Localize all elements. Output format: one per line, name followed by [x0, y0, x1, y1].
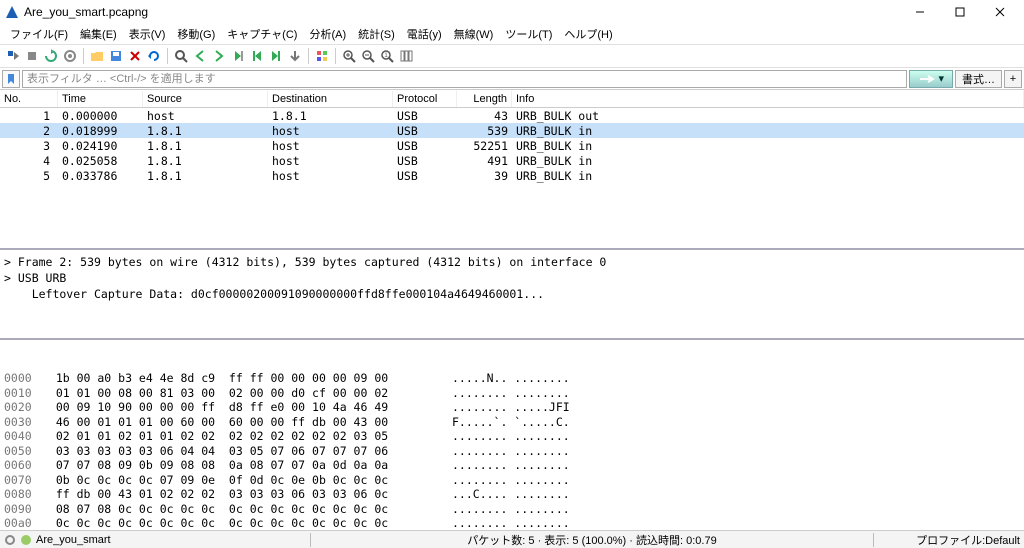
restart-capture-icon[interactable]: [42, 47, 60, 65]
open-file-icon[interactable]: [88, 47, 106, 65]
col-header-no[interactable]: No.: [0, 91, 58, 107]
maximize-button[interactable]: [940, 0, 980, 24]
add-filter-button[interactable]: +: [1004, 70, 1022, 88]
table-row[interactable]: 30.0241901.8.1hostUSB52251URB_BULK in: [0, 138, 1024, 153]
menu-edit[interactable]: 編集(E): [74, 24, 123, 44]
col-header-info[interactable]: Info: [512, 91, 1024, 107]
start-capture-icon[interactable]: [4, 47, 22, 65]
menu-go[interactable]: 移動(G): [171, 24, 221, 44]
titlebar: Are_you_smart.pcapng: [0, 0, 1024, 24]
stop-capture-icon[interactable]: [23, 47, 41, 65]
window-title: Are_you_smart.pcapng: [24, 5, 900, 19]
resize-columns-icon[interactable]: [397, 47, 415, 65]
hex-row[interactable]: 0080 ff db 00 43 01 02 02 02 03 03 03 06…: [4, 487, 1020, 502]
save-file-icon[interactable]: [107, 47, 125, 65]
col-header-destination[interactable]: Destination: [268, 91, 393, 107]
app-icon: [4, 4, 20, 20]
col-header-time[interactable]: Time: [58, 91, 143, 107]
find-packet-icon[interactable]: [172, 47, 190, 65]
bookmark-filter-icon[interactable]: [2, 70, 20, 88]
packet-details-pane[interactable]: > Frame 2: 539 bytes on wire (4312 bits)…: [0, 250, 1024, 340]
packet-list-pane: No. Time Source Destination Protocol Len…: [0, 90, 1024, 250]
status-file: Are_you_smart: [36, 534, 111, 546]
go-next-icon[interactable]: [210, 47, 228, 65]
zoom-out-icon[interactable]: [359, 47, 377, 65]
go-first-icon[interactable]: [248, 47, 266, 65]
table-row[interactable]: 10.000000host1.8.1USB43URB_BULK out: [0, 108, 1024, 123]
hex-row[interactable]: 0010 01 01 00 08 00 81 03 00 02 00 00 d0…: [4, 386, 1020, 401]
toolbar: 1: [0, 44, 1024, 68]
col-header-protocol[interactable]: Protocol: [393, 91, 457, 107]
go-prev-icon[interactable]: [191, 47, 209, 65]
colorize-icon[interactable]: [313, 47, 331, 65]
menu-capture[interactable]: キャプチャ(C): [221, 24, 303, 44]
hex-row[interactable]: 0020 00 09 10 90 00 00 00 ff d8 ff e0 00…: [4, 400, 1020, 415]
reload-icon[interactable]: [145, 47, 163, 65]
minimize-button[interactable]: [900, 0, 940, 24]
hex-row[interactable]: 0050 03 03 03 03 03 06 04 04 03 05 07 06…: [4, 444, 1020, 459]
menu-wireless[interactable]: 無線(W): [448, 24, 500, 44]
zoom-reset-icon[interactable]: 1: [378, 47, 396, 65]
go-last-icon[interactable]: [267, 47, 285, 65]
display-filter-input[interactable]: [22, 70, 907, 88]
menubar: ファイル(F) 編集(E) 表示(V) 移動(G) キャプチャ(C) 分析(A)…: [0, 24, 1024, 44]
capture-options-icon[interactable]: [61, 47, 79, 65]
packet-bytes-pane[interactable]: 0000 1b 00 a0 b3 e4 4e 8d c9 ff ff 00 00…: [0, 340, 1024, 530]
table-row[interactable]: 40.0250581.8.1hostUSB491URB_BULK in: [0, 153, 1024, 168]
tree-item[interactable]: > USB URB: [4, 270, 1020, 286]
hex-row[interactable]: 0060 07 07 08 09 0b 09 08 08 0a 08 07 07…: [4, 458, 1020, 473]
menu-view[interactable]: 表示(V): [123, 24, 172, 44]
status-profile[interactable]: プロファイル:Default: [880, 532, 1020, 548]
table-row[interactable]: 50.0337861.8.1hostUSB39URB_BULK in: [0, 168, 1024, 183]
menu-file[interactable]: ファイル(F): [4, 24, 74, 44]
table-row[interactable]: 20.0189991.8.1hostUSB539URB_BULK in: [0, 123, 1024, 138]
auto-scroll-icon[interactable]: [286, 47, 304, 65]
filter-bar: ▾ 書式… +: [0, 68, 1024, 90]
menu-statistics[interactable]: 統計(S): [352, 24, 401, 44]
hex-row[interactable]: 0070 0b 0c 0c 0c 0c 07 09 0e 0f 0d 0c 0e…: [4, 473, 1020, 488]
tree-item[interactable]: Leftover Capture Data: d0cf0000020009109…: [4, 286, 1020, 302]
col-header-length[interactable]: Length: [457, 91, 512, 107]
menu-analyze[interactable]: 分析(A): [303, 24, 352, 44]
status-bullet-icon: [4, 534, 16, 546]
menu-telephony[interactable]: 電話(y): [401, 24, 448, 44]
hex-row[interactable]: 0040 02 01 01 02 01 01 02 02 02 02 02 02…: [4, 429, 1020, 444]
menu-tools[interactable]: ツール(T): [499, 24, 558, 44]
col-header-source[interactable]: Source: [143, 91, 268, 107]
zoom-in-icon[interactable]: [340, 47, 358, 65]
close-file-icon[interactable]: [126, 47, 144, 65]
go-to-packet-icon[interactable]: [229, 47, 247, 65]
close-button[interactable]: [980, 0, 1020, 24]
packet-list-header: No. Time Source Destination Protocol Len…: [0, 90, 1024, 108]
hex-row[interactable]: 00a0 0c 0c 0c 0c 0c 0c 0c 0c 0c 0c 0c 0c…: [4, 516, 1020, 530]
expression-button[interactable]: 書式…: [955, 70, 1002, 88]
tree-item[interactable]: > Frame 2: 539 bytes on wire (4312 bits)…: [4, 254, 1020, 270]
hex-row[interactable]: 0000 1b 00 a0 b3 e4 4e 8d c9 ff ff 00 00…: [4, 371, 1020, 386]
status-packets: パケット数: 5 · 表示: 5 (100.0%) · 読込時間: 0:0.79: [317, 532, 867, 548]
expert-info-icon[interactable]: [20, 534, 32, 546]
menu-help[interactable]: ヘルプ(H): [558, 24, 618, 44]
statusbar: Are_you_smart パケット数: 5 · 表示: 5 (100.0%) …: [0, 530, 1024, 548]
hex-row[interactable]: 0030 46 00 01 01 01 00 60 00 60 00 00 ff…: [4, 415, 1020, 430]
hex-row[interactable]: 0090 08 07 08 0c 0c 0c 0c 0c 0c 0c 0c 0c…: [4, 502, 1020, 517]
filter-apply-button[interactable]: ▾: [909, 70, 953, 88]
